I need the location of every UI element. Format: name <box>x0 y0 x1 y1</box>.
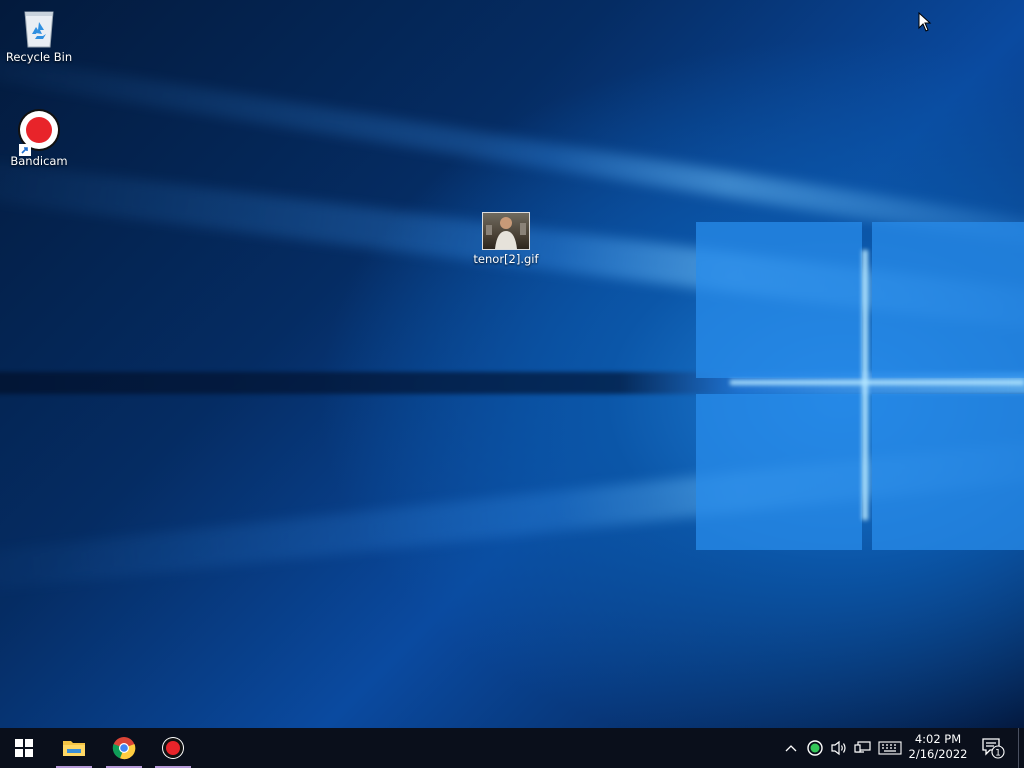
gif-file-icon <box>482 212 530 250</box>
shortcut-arrow-icon <box>19 144 31 156</box>
network-button[interactable] <box>853 738 873 758</box>
mouse-cursor-icon <box>918 12 932 32</box>
bandicam-icon <box>162 737 184 759</box>
taskbar-bandicam-button[interactable] <box>149 728 197 768</box>
desktop-background: Recycle Bin Bandicam tenor[2].gif <box>0 0 1024 728</box>
start-button[interactable] <box>0 728 48 768</box>
desktop-icon-label: Recycle Bin <box>5 50 73 64</box>
taskbar-chrome-button[interactable] <box>100 728 148 768</box>
desktop-icon-recycle-bin[interactable]: Recycle Bin <box>1 8 77 64</box>
bandicam-icon <box>17 108 61 156</box>
show-desktop-button[interactable] <box>1018 728 1024 768</box>
logo-glow <box>862 250 868 520</box>
action-center-button[interactable]: 1 <box>976 728 1010 768</box>
volume-button[interactable] <box>829 738 849 758</box>
network-icon <box>854 741 871 753</box>
chrome-icon <box>112 737 136 760</box>
taskbar-file-explorer-button[interactable] <box>50 728 98 768</box>
desktop-icon-gif-file[interactable]: tenor[2].gif <box>468 212 544 266</box>
desktop-icon-label: tenor[2].gif <box>473 252 539 266</box>
windows-logo-pane <box>872 394 1024 550</box>
touch-keyboard-button[interactable] <box>877 738 903 758</box>
notification-count: 1 <box>995 749 1001 759</box>
chevron-up-icon <box>785 745 797 752</box>
windows-logo-pane <box>696 222 862 378</box>
taskbar: 4:02 PM 2/16/2022 1 <box>0 728 1024 768</box>
desktop-icon-label: Bandicam <box>10 154 68 168</box>
volume-icon <box>831 740 846 756</box>
clock-date: 2/16/2022 <box>908 747 968 761</box>
clock-time: 4:02 PM <box>914 732 962 746</box>
notification-icon: 1 <box>982 738 1005 759</box>
tray-bandicam-button[interactable] <box>805 738 825 758</box>
show-hidden-icons-button[interactable] <box>782 738 800 758</box>
desktop-icon-bandicam[interactable]: Bandicam <box>1 108 77 168</box>
folder-icon <box>63 741 85 756</box>
windows-logo-pane <box>872 222 1024 378</box>
keyboard-icon <box>878 741 902 755</box>
windows-logo-pane <box>696 394 862 550</box>
logo-glow <box>730 380 1024 385</box>
bandicam-tray-icon <box>807 740 823 756</box>
light-beam <box>0 434 1024 600</box>
recycle-bin-icon <box>22 8 56 48</box>
windows-logo-icon <box>15 739 33 757</box>
taskbar-clock[interactable]: 4:02 PM 2/16/2022 <box>906 728 970 768</box>
